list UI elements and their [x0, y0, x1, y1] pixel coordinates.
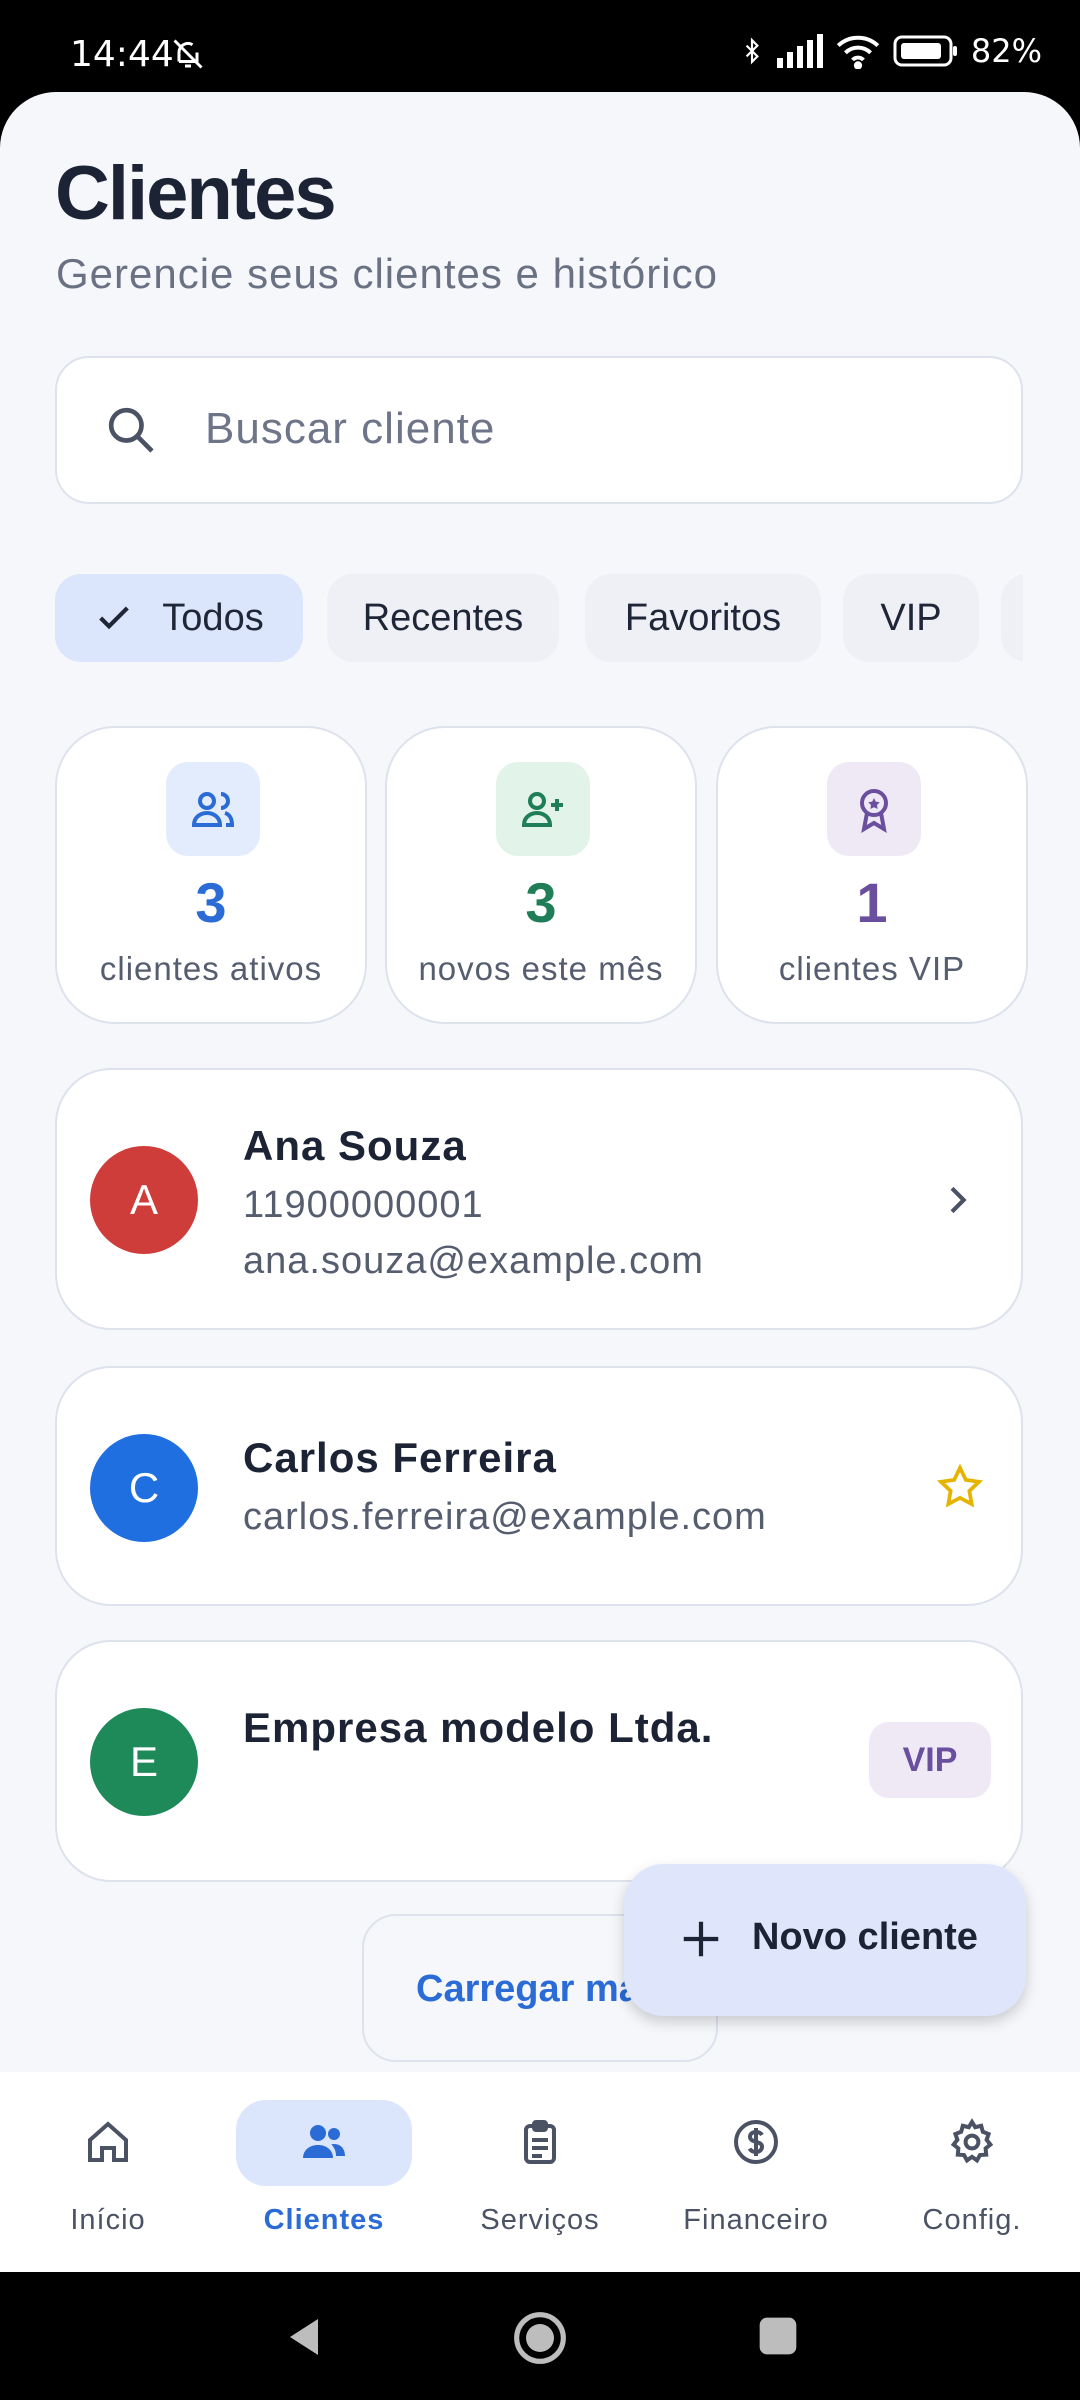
chevron-right-icon[interactable]	[937, 1180, 977, 1220]
filter-chip-label: Todos	[162, 596, 264, 639]
check-icon	[99, 606, 130, 630]
filter-chip-label: VIP	[880, 596, 942, 639]
search-placeholder: Buscar cliente	[205, 404, 496, 453]
vip-badge: VIP	[869, 1722, 991, 1798]
nav-item-inicio[interactable]: Início	[0, 2072, 216, 2272]
stat-card-active: 3 clientes ativos	[55, 726, 367, 1024]
page-subtitle: Gerencie seus clientes e histórico	[56, 250, 718, 297]
client-card-ana-souza[interactable]: A Ana Souza 11900000001 ana.souza@exampl…	[55, 1068, 1023, 1330]
back-icon[interactable]	[280, 2312, 328, 2362]
filter-chip-recentes[interactable]: Recentes	[327, 574, 559, 662]
avatar: E	[90, 1708, 198, 1816]
stat-badge	[827, 762, 921, 856]
stat-badge	[166, 762, 260, 856]
clipboard-icon	[524, 2120, 556, 2164]
wifi-icon	[836, 35, 880, 69]
nav-label: Clientes	[263, 2204, 385, 2236]
nav-label: Config.	[922, 2204, 1022, 2236]
filter-chip-label: Recentes	[362, 596, 524, 639]
client-card-carlos-ferreira[interactable]: C Carlos Ferreira carlos.ferreira@exampl…	[55, 1366, 1023, 1606]
nav-label: Serviços	[480, 2204, 600, 2236]
nav-label: Início	[70, 2204, 146, 2236]
home-icon	[88, 2121, 128, 2162]
filter-chip-favoritos[interactable]: Favoritos	[585, 574, 821, 662]
battery-percent: 82%	[970, 32, 1042, 70]
client-name: Empresa modelo Ltda.	[243, 1704, 714, 1751]
client-card-empresa-modelo[interactable]: E Empresa modelo Ltda. VIP	[55, 1640, 1023, 1882]
app-screen: Clientes Gerencie seus clientes e histór…	[0, 92, 1080, 2072]
stat-value: 1	[856, 871, 888, 934]
status-time: 14:44	[70, 34, 174, 75]
nav-item-financeiro[interactable]: Financeiro	[648, 2072, 864, 2272]
stat-value: 3	[195, 871, 227, 934]
nav-item-servicos[interactable]: Serviços	[432, 2072, 648, 2272]
stat-badge	[496, 762, 590, 856]
home-button-icon[interactable]	[512, 2310, 568, 2366]
filter-chip-vip[interactable]: VIP	[843, 574, 979, 662]
bottom-nav: Início Clientes Serviços Financeiro Conf…	[0, 2072, 1080, 2272]
dollar-icon	[734, 2120, 778, 2164]
nav-item-config[interactable]: Config.	[864, 2072, 1080, 2272]
client-email: carlos.ferreira@example.com	[243, 1496, 767, 1538]
stat-value: 3	[525, 871, 557, 934]
recents-icon[interactable]	[756, 2314, 800, 2358]
award-icon	[860, 789, 888, 833]
nav-label: Financeiro	[683, 2204, 829, 2236]
filter-chips: Todos Recentes Favoritos VIP	[55, 574, 1023, 664]
users-icon	[191, 792, 235, 827]
filter-chip-label: Favoritos	[624, 596, 782, 639]
avatar: A	[90, 1146, 198, 1254]
user-plus-icon	[521, 792, 563, 827]
users-icon	[303, 2125, 345, 2158]
signal-icon	[776, 34, 823, 68]
gear-icon	[950, 2118, 994, 2164]
page-title: Clientes	[55, 151, 337, 236]
filter-chip-todos[interactable]: Todos	[55, 574, 303, 662]
nav-item-clientes[interactable]: Clientes	[216, 2072, 432, 2272]
star-icon[interactable]	[935, 1462, 985, 1512]
filter-chip-more[interactable]	[1001, 574, 1023, 662]
battery-icon	[893, 35, 957, 67]
stat-label: novos este mês	[418, 950, 664, 987]
search-icon	[108, 407, 154, 453]
bell-off-icon	[173, 39, 203, 69]
client-name: Carlos Ferreira	[243, 1434, 557, 1481]
fab-label: Novo cliente	[752, 1916, 978, 1958]
status-bar: 14:44 82%	[0, 0, 1080, 92]
client-email: ana.souza@example.com	[243, 1240, 704, 1282]
avatar: C	[90, 1434, 198, 1542]
plus-icon	[683, 1921, 719, 1957]
stat-label: clientes ativos	[99, 950, 323, 987]
system-nav-bar	[0, 2272, 1080, 2400]
stat-label: clientes VIP	[778, 950, 966, 987]
stat-card-new: 3 novos este mês	[385, 726, 697, 1024]
search-input[interactable]: Buscar cliente	[55, 356, 1023, 504]
bluetooth-icon	[745, 37, 759, 65]
client-name: Ana Souza	[243, 1122, 467, 1169]
new-client-fab[interactable]: Novo cliente	[624, 1864, 1026, 2016]
client-phone: 11900000001	[243, 1184, 484, 1226]
stat-card-vip: 1 clientes VIP	[716, 726, 1028, 1024]
